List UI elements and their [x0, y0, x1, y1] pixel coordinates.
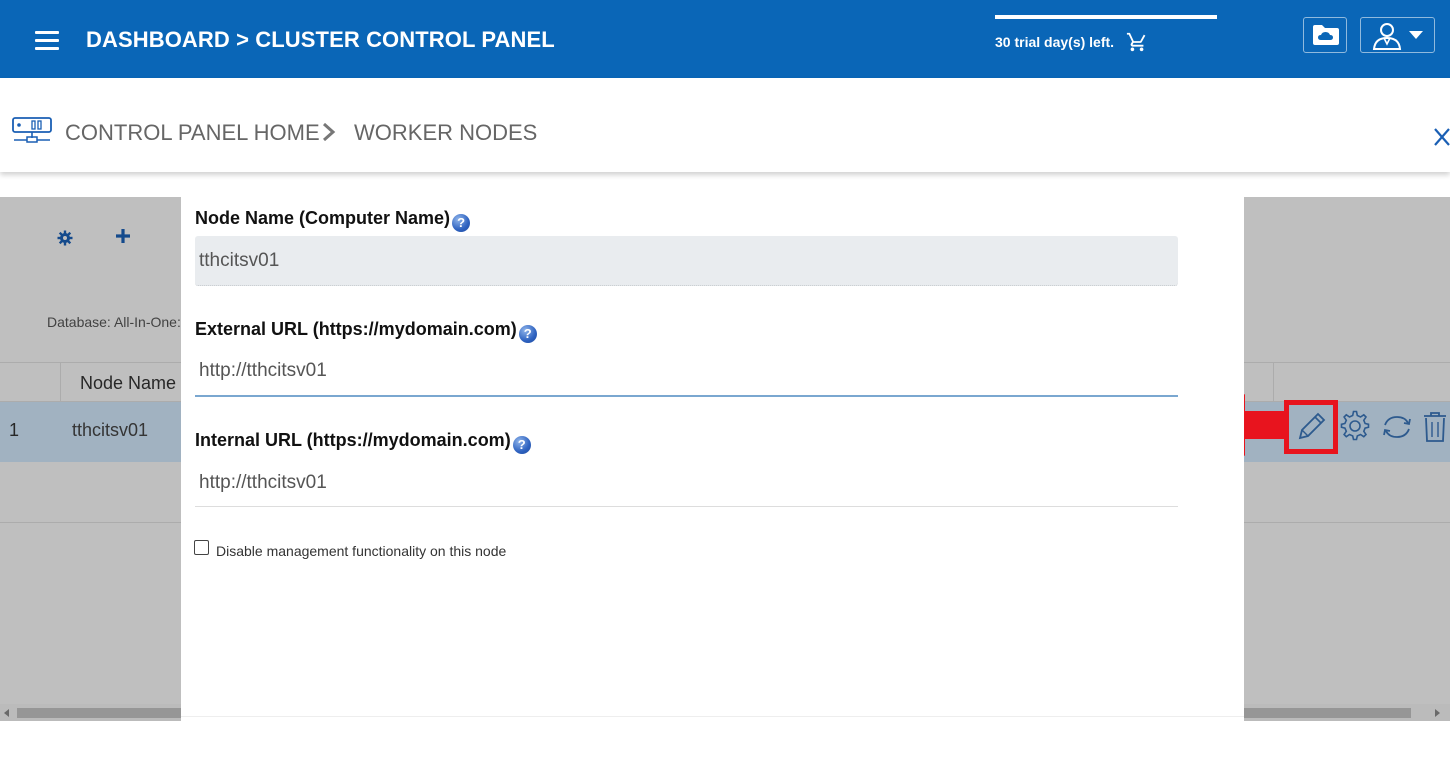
node-name-label: Node Name (Computer Name)? [195, 208, 471, 232]
cart-icon[interactable] [1126, 31, 1148, 53]
external-url-field[interactable] [195, 347, 1178, 397]
breadcrumb-home-link[interactable]: CONTROL PANEL HOME [65, 120, 320, 146]
help-icon[interactable]: ? [518, 325, 537, 343]
settings-icon[interactable] [1339, 410, 1371, 442]
page-title: DASHBOARD > CLUSTER CONTROL PANEL [86, 27, 555, 52]
delete-icon[interactable] [1422, 410, 1448, 444]
chevron-down-icon [1409, 31, 1423, 39]
help-icon[interactable]: ? [452, 214, 471, 232]
top-bar: DASHBOARD > CLUSTER CONTROL PANEL 30 tri… [0, 0, 1450, 78]
menu-icon[interactable] [35, 31, 59, 51]
disable-management-checkbox[interactable] [194, 540, 209, 555]
sync-icon[interactable] [1380, 410, 1414, 444]
user-icon [1372, 23, 1402, 50]
breadcrumb-current: WORKER NODES [354, 120, 538, 145]
control-panel-icon [12, 117, 52, 143]
trial-days-text: 30 trial day(s) left. [995, 34, 1115, 50]
close-icon[interactable] [1434, 128, 1450, 146]
edit-highlight-box [1284, 400, 1338, 454]
cloud-folder-icon [1313, 25, 1339, 45]
external-url-label: External URL (https://mydomain.com)? [195, 319, 537, 343]
node-name-field [195, 236, 1178, 286]
internal-url-label: Internal URL (https://mydomain.com)? [195, 430, 531, 454]
breadcrumb: CONTROL PANEL HOME WORKER NODES [0, 78, 1450, 172]
cloud-folder-button[interactable] [1303, 17, 1347, 53]
trial-progress-bar [995, 15, 1217, 19]
disable-management-label[interactable]: Disable management functionality on this… [216, 543, 506, 559]
dialog-footer-divider [181, 716, 1244, 717]
user-menu-button[interactable] [1360, 17, 1435, 53]
help-icon[interactable]: ? [512, 436, 531, 454]
internal-url-field[interactable] [195, 459, 1178, 507]
edit-node-dialog: Node Name (Computer Name)? External URL … [181, 197, 1244, 721]
chevron-right-icon [323, 122, 336, 142]
